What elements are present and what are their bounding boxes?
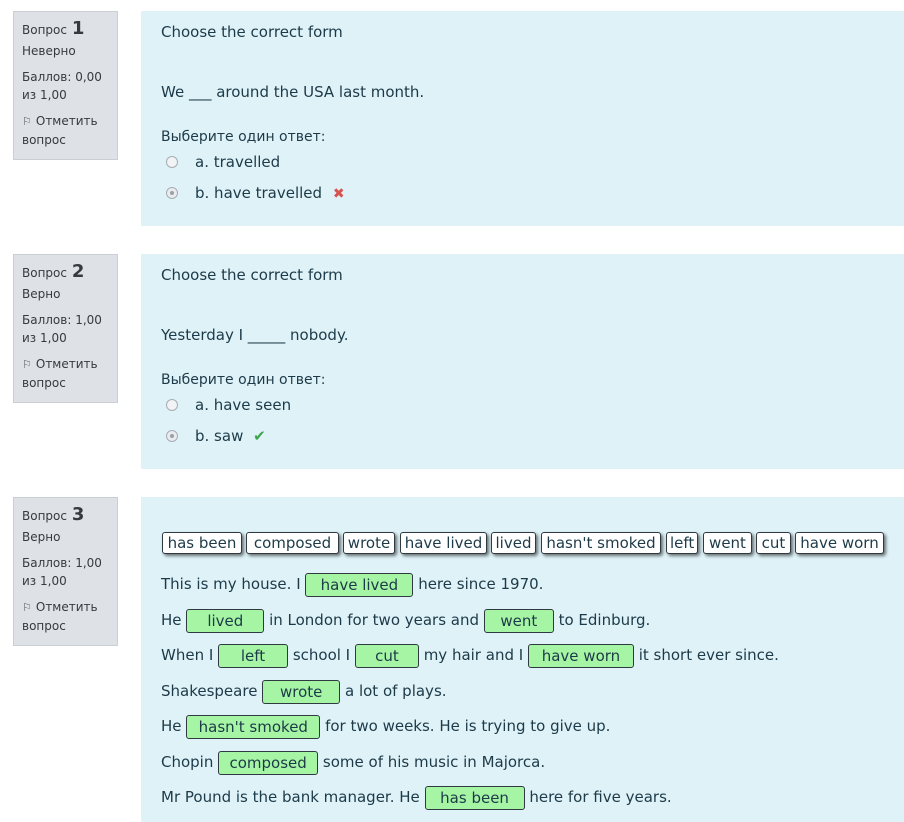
- question-number: 1: [71, 18, 85, 39]
- sentence-line: This is my house. I have lived here sinc…: [161, 571, 543, 597]
- drop-zone[interactable]: composed: [218, 750, 319, 775]
- question-text: Choose the correct form: [161, 23, 343, 41]
- drag-choice[interactable]: have lived: [400, 532, 487, 554]
- sentence-text: Chopin: [161, 753, 214, 771]
- flag-question-link[interactable]: ⚐ Отметить вопрос: [22, 112, 109, 149]
- answer-label: b. have travelled: [195, 184, 323, 202]
- flag-question-label: Отметить вопрос: [22, 357, 98, 390]
- flag-icon: ⚐: [22, 358, 32, 371]
- answer-prompt: Выберите один ответ:: [161, 129, 326, 145]
- answer-label: a. travelled: [195, 153, 281, 171]
- drop-zone[interactable]: cut: [354, 643, 419, 668]
- question-label: Вопрос: [22, 266, 67, 280]
- drag-choice[interactable]: has been: [162, 532, 242, 554]
- question-content: Choose the correct form We ___ around th…: [141, 11, 904, 226]
- answer-label: b. saw: [195, 427, 244, 445]
- sentence-line: Shakespeare wrote a lot of plays.: [161, 678, 447, 704]
- drop-zone[interactable]: has been: [424, 785, 525, 810]
- answer-option-b[interactable]: b. saw ✔: [166, 426, 266, 446]
- drag-choice[interactable]: went: [703, 532, 752, 554]
- question-sentence: We ___ around the USA last month.: [161, 83, 425, 101]
- question-content: Choose the correct form Yesterday I ____…: [141, 254, 904, 469]
- flag-icon: ⚐: [22, 115, 32, 128]
- radio-button-checked[interactable]: [166, 430, 178, 442]
- sentence-line: When I left school I cut my hair and I h…: [161, 642, 779, 668]
- sentence-text: it short ever since.: [638, 646, 779, 664]
- sentence-line: He lived in London for two years and wen…: [161, 607, 650, 633]
- question-text: Choose the correct form: [161, 266, 343, 284]
- answer-prompt: Выберите один ответ:: [161, 372, 326, 388]
- radio-button-checked[interactable]: [166, 187, 178, 199]
- sentence-text: school I: [292, 646, 351, 664]
- question-state: Верно: [22, 530, 61, 544]
- sentence-text: to Edinburg.: [558, 611, 651, 629]
- drag-choice[interactable]: wrote: [343, 532, 395, 554]
- correct-icon: ✔: [253, 427, 266, 445]
- drag-choice[interactable]: lived: [491, 532, 536, 554]
- flag-question-link[interactable]: ⚐ Отметить вопрос: [22, 598, 109, 635]
- question-info: Вопрос 3 Верно Баллов: 1,00 из 1,00 ⚐ Отм…: [13, 497, 118, 646]
- answer-option-a[interactable]: a. travelled: [166, 152, 281, 172]
- question-label: Вопрос: [22, 23, 67, 37]
- question-sentence: Yesterday I _____ nobody.: [161, 326, 349, 344]
- question-content: has been composed wrote have lived lived…: [141, 497, 904, 822]
- sentence-text: for two weeks. He is trying to give up.: [325, 717, 611, 735]
- sentence-text: This is my house. I: [161, 575, 301, 593]
- question-label: Вопрос: [22, 509, 67, 523]
- drag-choice[interactable]: have worn: [795, 532, 884, 554]
- drop-zone[interactable]: lived: [186, 608, 265, 633]
- question-grade: Баллов: 1,00 из 1,00: [22, 556, 102, 588]
- flag-question-label: Отметить вопрос: [22, 114, 98, 147]
- question-grade: Баллов: 0,00 из 1,00: [22, 70, 102, 102]
- question-number-row: Вопрос 3: [22, 506, 109, 525]
- sentence-line: He hasn't smoked for two weeks. He is tr…: [161, 713, 610, 739]
- answer-option-a[interactable]: a. have seen: [166, 395, 292, 415]
- sentence-text: here for five years.: [529, 788, 672, 806]
- sentence-text: in London for two years and: [269, 611, 480, 629]
- drop-zone[interactable]: went: [483, 608, 554, 633]
- question-info: Вопрос 2 Верно Баллов: 1,00 из 1,00 ⚐ Отм…: [13, 254, 118, 403]
- flag-icon: ⚐: [22, 601, 32, 614]
- sentence-text: Mr Pound is the bank manager. He: [161, 788, 420, 806]
- sentence-text: here since 1970.: [418, 575, 544, 593]
- question-grade: Баллов: 1,00 из 1,00: [22, 313, 102, 345]
- answer-option-b[interactable]: b. have travelled ✖: [166, 183, 345, 203]
- answer-label: a. have seen: [195, 396, 292, 414]
- sentence-line: Mr Pound is the bank manager. He has bee…: [161, 784, 672, 810]
- radio-button[interactable]: [166, 156, 178, 168]
- flag-question-link[interactable]: ⚐ Отметить вопрос: [22, 355, 109, 392]
- sentence-text: my hair and I: [423, 646, 524, 664]
- sentence-text: some of his music in Majorca.: [322, 753, 546, 771]
- incorrect-icon: ✖: [332, 186, 345, 202]
- sentence-text: He: [161, 717, 182, 735]
- drag-choice[interactable]: composed: [246, 532, 339, 554]
- drop-zone[interactable]: wrote: [262, 679, 341, 704]
- sentence-text: Shakespeare: [161, 682, 258, 700]
- drop-zone[interactable]: left: [218, 643, 289, 668]
- radio-button[interactable]: [166, 399, 178, 411]
- question-state: Неверно: [22, 44, 76, 58]
- flag-question-label: Отметить вопрос: [22, 600, 98, 633]
- question-number-row: Вопрос 1: [22, 20, 109, 39]
- sentence-line: Chopin composed some of his music in Maj…: [161, 749, 545, 775]
- sentence-text: He: [161, 611, 182, 629]
- drop-zone[interactable]: have worn: [527, 643, 634, 668]
- question-number-row: Вопрос 2: [22, 263, 109, 282]
- drop-zone[interactable]: hasn't smoked: [186, 714, 321, 739]
- sentence-text: a lot of plays.: [345, 682, 447, 700]
- drag-choice[interactable]: left: [666, 532, 698, 554]
- question-number: 2: [71, 261, 85, 282]
- question-state: Верно: [22, 287, 61, 301]
- question-info: Вопрос 1 Неверно Баллов: 0,00 из 1,00 ⚐ О…: [13, 11, 118, 160]
- drop-zone[interactable]: have lived: [305, 572, 414, 597]
- drag-choice[interactable]: hasn't smoked: [541, 532, 661, 554]
- drag-choice[interactable]: cut: [756, 532, 791, 554]
- sentence-text: When I: [161, 646, 214, 664]
- question-number: 3: [71, 504, 85, 525]
